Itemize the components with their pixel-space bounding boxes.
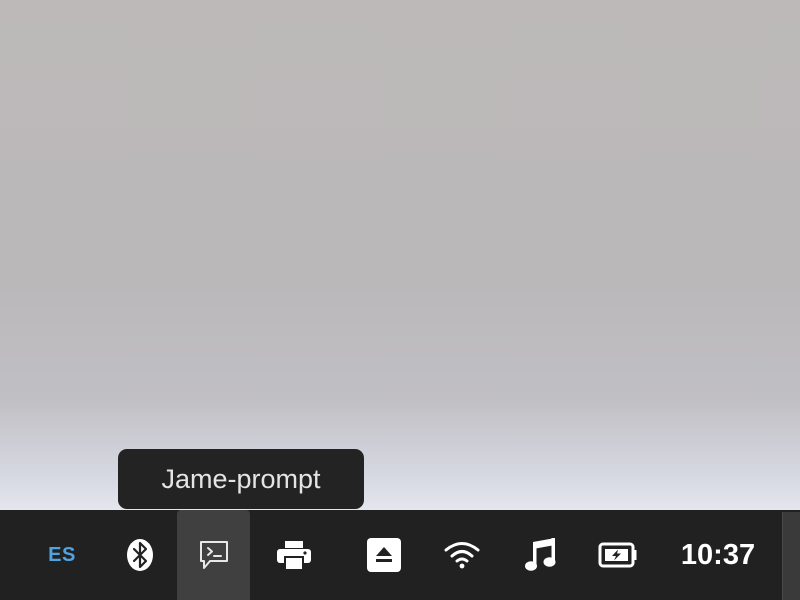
eject-icon: [367, 538, 401, 572]
printer-tray-button[interactable]: [270, 510, 318, 600]
tooltip: Jame-prompt: [118, 449, 364, 509]
bluetooth-tray-button[interactable]: [116, 510, 164, 600]
tooltip-text: Jame-prompt: [161, 464, 321, 494]
clock[interactable]: 10:37: [666, 510, 770, 600]
language-indicator[interactable]: ES: [38, 510, 86, 600]
language-label: ES: [48, 543, 76, 566]
wifi-tray-button[interactable]: [438, 510, 486, 600]
eject-tray-button[interactable]: [360, 510, 408, 600]
clock-time: 10:37: [680, 538, 756, 571]
bluetooth-icon: [126, 538, 154, 572]
music-note-icon: [523, 537, 557, 573]
music-tray-button[interactable]: [516, 510, 564, 600]
battery-icon: [598, 540, 638, 570]
terminal-prompt-icon: [196, 537, 232, 573]
battery-tray-button[interactable]: [594, 510, 642, 600]
show-desktop-button[interactable]: [782, 512, 800, 600]
taskbar: ES 10:37: [0, 510, 800, 600]
printer-icon: [276, 539, 312, 571]
prompt-tray-button[interactable]: [177, 510, 250, 600]
wifi-icon: [444, 540, 480, 570]
desktop-background: [0, 0, 800, 510]
